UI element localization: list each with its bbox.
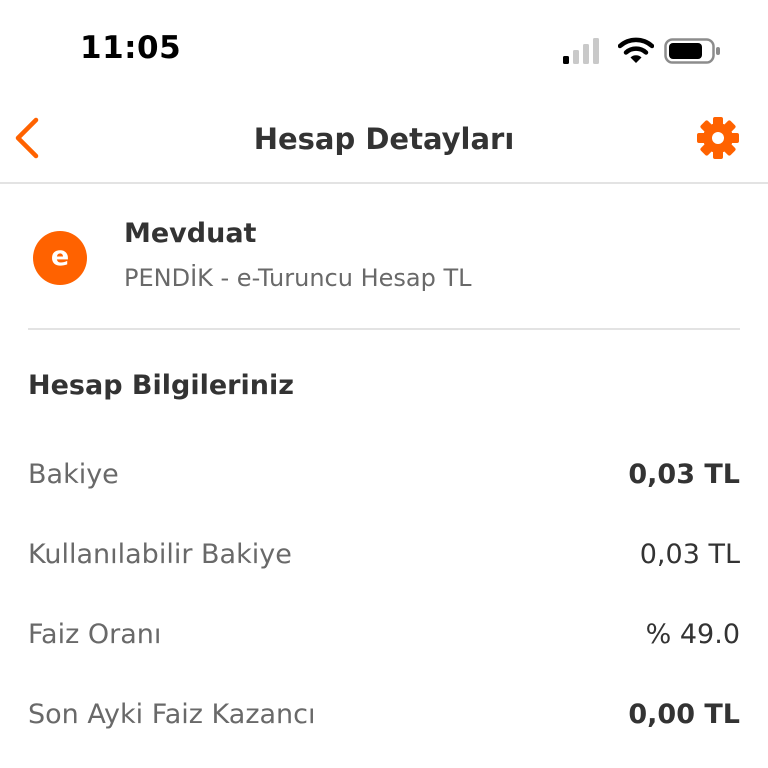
status-time: 11:05 xyxy=(80,30,182,66)
info-label: Kullanılabilir Bakiye xyxy=(28,539,292,570)
info-label: Faiz Oranı xyxy=(28,619,162,650)
page-title: Hesap Detayları xyxy=(253,122,515,156)
info-row-bakiye: Bakiye 0,03 TL xyxy=(28,455,740,499)
account-avatar: e xyxy=(33,231,87,285)
wifi-icon xyxy=(618,37,654,63)
info-value: 0,00 TL xyxy=(628,699,740,730)
info-row-kullanilabilir-bakiye: Kullanılabilir Bakiye 0,03 TL xyxy=(28,535,740,579)
account-subtitle: PENDİK - e-Turuncu Hesap TL xyxy=(124,264,472,292)
info-row-son-ayki-faiz-kazanci: Son Ayki Faiz Kazancı 0,00 TL xyxy=(28,695,740,739)
account-name: Mevduat xyxy=(124,218,257,249)
battery-icon xyxy=(664,38,720,64)
info-value: 0,03 TL xyxy=(639,539,740,570)
info-value: 0,03 TL xyxy=(628,459,740,490)
info-row-faiz-orani: Faiz Oranı % 49.0 xyxy=(28,615,740,659)
info-value: % 49.0 xyxy=(645,619,740,650)
info-label: Bakiye xyxy=(28,459,119,490)
settings-button[interactable] xyxy=(696,116,740,160)
divider xyxy=(28,328,740,330)
navigation-bar: Hesap Detayları xyxy=(0,94,768,184)
info-label: Son Ayki Faiz Kazancı xyxy=(28,699,316,730)
gear-icon xyxy=(697,117,739,159)
section-title: Hesap Bilgileriniz xyxy=(28,370,294,401)
cellular-signal-icon xyxy=(563,38,599,64)
status-icons xyxy=(562,36,722,66)
